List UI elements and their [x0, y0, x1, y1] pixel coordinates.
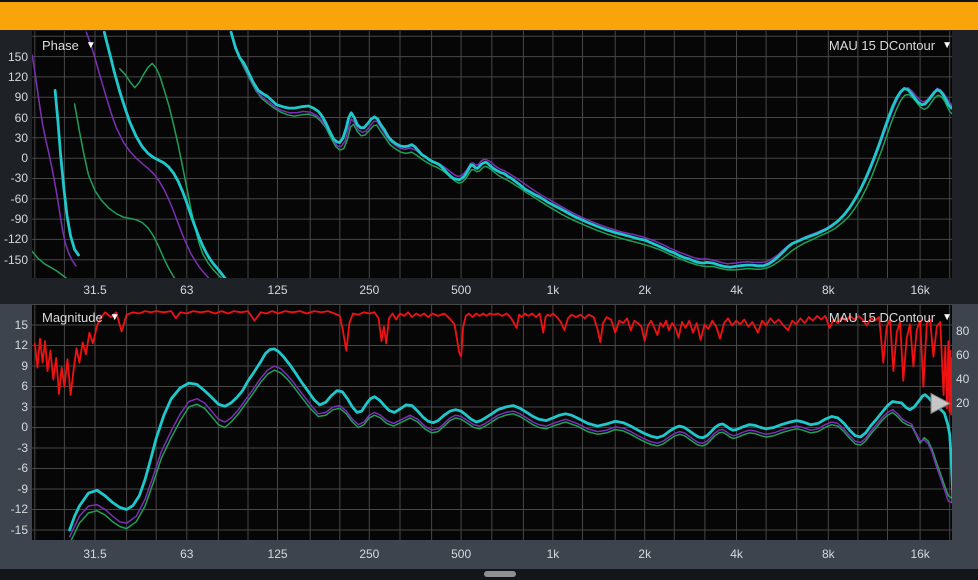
- x-axis-tick-label: 31.5: [75, 282, 115, 298]
- y-axis-tick-label: 9: [0, 358, 28, 374]
- x-axis-tick-label: 500: [441, 546, 481, 562]
- pane-splitter-grip[interactable]: [484, 571, 516, 577]
- phase-type-dropdown[interactable]: Phase ▼: [42, 38, 96, 53]
- y-axis-tick-label: 15: [0, 317, 28, 333]
- y-axis-tick-label: 0: [0, 419, 28, 435]
- y-axis-tick-label: -60: [0, 191, 28, 207]
- phase-source-dropdown[interactable]: MAU 15 DContour ▼: [829, 38, 952, 53]
- trace-phase-cyan: [104, 32, 228, 278]
- trace-magnitude-purple: [70, 366, 952, 537]
- x-axis-tick-label: 4k: [717, 282, 757, 298]
- phase-source-label: MAU 15 DContour: [829, 38, 935, 53]
- magnitude-type-label: Magnitude: [42, 310, 103, 325]
- phase-pane: Phase ▼ MAU 15 DContour ▼ 150 120 90 60 30 0 -…: [0, 30, 978, 304]
- chevron-down-icon: ▼: [86, 40, 96, 51]
- x-axis-tick-label: 63: [167, 282, 207, 298]
- trace-phase-green: [32, 252, 71, 278]
- trace-phase-cyan: [55, 90, 78, 255]
- y-axis-tick-label: 0: [0, 150, 28, 166]
- x-axis-tick-label: 8k: [808, 546, 848, 562]
- top-status-bar: [0, 2, 978, 30]
- chevron-down-icon: ▼: [942, 312, 952, 323]
- trace-phase-purple: [234, 42, 952, 264]
- phase-type-label: Phase: [42, 38, 79, 53]
- y-axis-tick-label: 60: [0, 110, 28, 126]
- y-axis-tick-label: 120: [0, 69, 28, 85]
- y-axis-tick-label: -3: [0, 440, 28, 456]
- trace-magnitude-green: [70, 370, 952, 540]
- phase-plot-canvas[interactable]: [32, 31, 952, 278]
- magnitude-source-label: MAU 15 DContour: [829, 310, 935, 325]
- y-axis-tick-label: -15: [0, 522, 28, 538]
- magnitude-pane: Magnitude ▼ MAU 15 DContour ▼ 15129630-3…: [0, 304, 978, 569]
- x-axis-tick-label: 1k: [533, 546, 573, 562]
- x-axis-tick-label: 2k: [625, 546, 665, 562]
- y-axis-tick-label: 12: [0, 337, 28, 353]
- chevron-down-icon: ▼: [942, 40, 952, 51]
- y-axis-tick-label: 3: [0, 399, 28, 415]
- right-axis-tick-label: 40: [956, 371, 978, 387]
- y-axis-tick-label: 30: [0, 130, 28, 146]
- x-axis-tick-label: 31.5: [75, 546, 115, 562]
- trace-phase-green: [237, 51, 952, 270]
- y-axis-tick-label: 150: [0, 49, 28, 65]
- y-axis-tick-label: -150: [0, 252, 28, 268]
- trace-magnitude-cyan: [70, 349, 952, 530]
- right-axis-tick-label: 60: [956, 347, 978, 363]
- y-axis-tick-label: -9: [0, 481, 28, 497]
- x-axis-tick-label: 250: [349, 282, 389, 298]
- x-axis-tick-label: 500: [441, 282, 481, 298]
- x-axis-tick-label: 2k: [625, 282, 665, 298]
- window-bottom-strip: [0, 569, 978, 580]
- x-axis-tick-label: 1k: [533, 282, 573, 298]
- y-axis-tick-label: -30: [0, 170, 28, 186]
- x-axis-tick-label: 16k: [900, 282, 940, 298]
- x-axis-tick-label: 125: [258, 546, 298, 562]
- x-axis-tick-label: 8k: [808, 282, 848, 298]
- trace-phase-green: [75, 104, 177, 278]
- y-axis-tick-label: 90: [0, 89, 28, 105]
- x-axis-tick-label: 16k: [900, 546, 940, 562]
- y-axis-tick-label: -12: [0, 501, 28, 517]
- y-axis-tick-label: -120: [0, 231, 28, 247]
- x-axis-tick-label: 125: [258, 282, 298, 298]
- y-axis-tick-label: -90: [0, 211, 28, 227]
- magnitude-type-dropdown[interactable]: Magnitude ▼: [42, 310, 120, 325]
- y-axis-tick-label: -6: [0, 460, 28, 476]
- x-axis-tick-label: 63: [167, 546, 207, 562]
- magnitude-plot-canvas[interactable]: [32, 304, 952, 540]
- right-axis-tick-label: 20: [956, 395, 978, 411]
- chevron-down-icon: ▼: [110, 312, 120, 323]
- x-axis-tick-label: 250: [349, 546, 389, 562]
- right-axis-tick-label: 80: [956, 323, 978, 339]
- magnitude-source-dropdown[interactable]: MAU 15 DContour ▼: [829, 310, 952, 325]
- x-axis-tick-label: 4k: [717, 546, 757, 562]
- y-axis-tick-label: 6: [0, 378, 28, 394]
